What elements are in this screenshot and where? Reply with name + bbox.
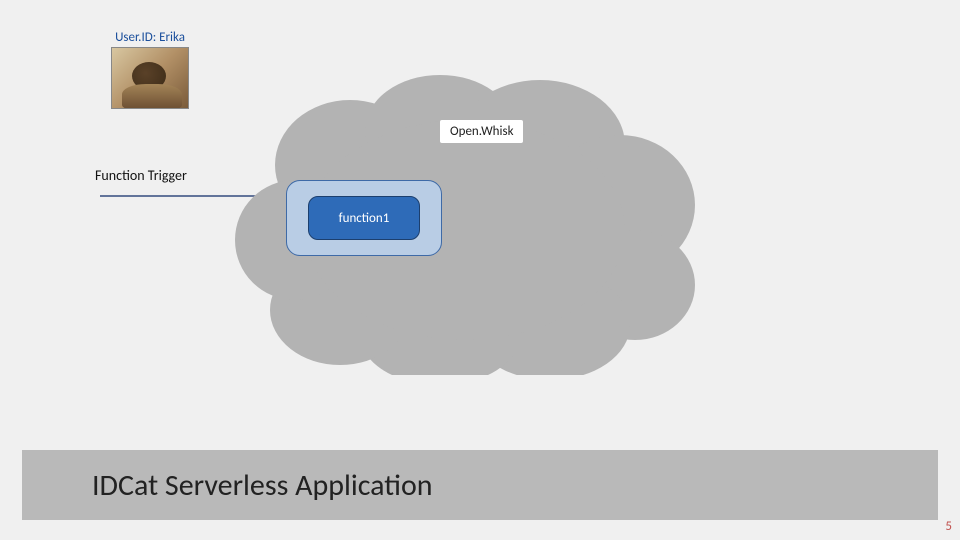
slide: User.ID: Erika Function Trigger xyxy=(0,0,960,540)
cloud-openwhisk: Open.Whisk function1 xyxy=(230,75,700,375)
function-label: function1 xyxy=(339,211,390,226)
trigger-label: Function Trigger xyxy=(95,167,187,184)
page-number: 5 xyxy=(945,519,952,534)
function-container: function1 xyxy=(286,180,442,256)
title-bar: IDCat Serverless Application xyxy=(22,450,938,520)
cloud-label: Open.Whisk xyxy=(440,120,523,143)
user-box: User.ID: Erika xyxy=(100,30,200,109)
user-id-label: User.ID: Erika xyxy=(100,30,200,45)
slide-title: IDCat Serverless Application xyxy=(22,467,433,504)
cat-photo xyxy=(111,47,189,109)
function-box: function1 xyxy=(308,196,420,240)
